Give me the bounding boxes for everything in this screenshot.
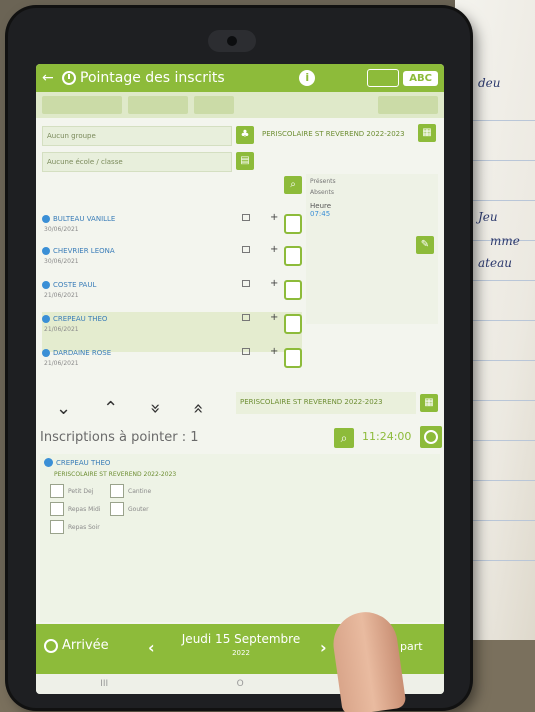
class-icon[interactable]: ▤	[236, 152, 254, 170]
calendar-icon[interactable]	[242, 214, 250, 221]
info-block	[378, 96, 438, 114]
student-name: DARDAINE ROSE	[53, 349, 112, 357]
handwriting-4: ateau	[478, 256, 512, 270]
chevron-down-icon[interactable]: ⌄	[56, 398, 71, 419]
next-day-button[interactable]: ›	[320, 638, 327, 657]
tablet-device: ← Pointage des inscrits i ABC Aucun grou…	[8, 8, 470, 708]
camera-icon	[208, 30, 256, 52]
search-icon[interactable]: ⌕	[334, 428, 354, 448]
checkbox[interactable]	[110, 502, 124, 516]
info-block	[128, 96, 188, 114]
page-title: Pointage des inscrits	[80, 70, 225, 86]
info-block	[194, 96, 234, 114]
counts-panel: Présents Absents Heure 07:45 ✎	[306, 174, 438, 324]
avatar	[42, 215, 50, 223]
list-nav: ⌄ ⌃ » «	[56, 398, 209, 419]
group-select[interactable]: Aucun groupe	[42, 126, 232, 146]
calendar-icon[interactable]	[242, 246, 250, 253]
student-name: CHEVRIER LEONA	[53, 247, 115, 255]
search-icon[interactable]: ⌕	[284, 176, 302, 194]
recents-button[interactable]: III	[100, 679, 108, 689]
periscolaire-label-bottom: PERISCOLAIRE ST REVEREND 2022-2023	[236, 392, 416, 414]
avatar	[42, 349, 50, 357]
periscolaire-label-top: PERISCOLAIRE ST REVEREND 2022-2023	[262, 130, 405, 138]
double-chevron-up-icon[interactable]: «	[188, 403, 209, 414]
calendar-icon[interactable]: ▦	[420, 394, 438, 412]
chevron-up-icon[interactable]: ⌃	[103, 398, 118, 419]
edit-icon[interactable]: ✎	[416, 236, 434, 254]
display-toggle-icon[interactable]	[367, 69, 400, 87]
current-time: 11:24:00	[362, 430, 412, 443]
add-icon[interactable]: +	[270, 278, 278, 289]
clock-icon	[62, 71, 76, 85]
inscriptions-title: Inscriptions à pointer : 1	[40, 430, 199, 445]
heure-label: Heure	[310, 202, 332, 210]
handwriting-1: deu	[478, 76, 501, 90]
avatar	[44, 458, 53, 467]
arrivee-label: Arrivée	[62, 638, 109, 653]
app-screen: ← Pointage des inscrits i ABC Aucun grou…	[36, 64, 444, 694]
list-item[interactable]: DARDAINE ROSE 21/06/2021 +	[42, 346, 302, 386]
avatar	[42, 281, 50, 289]
handwriting-2: Jeu	[478, 210, 498, 224]
home-button[interactable]: O	[237, 679, 244, 689]
calendar-icon[interactable]	[242, 348, 250, 355]
clock-icon	[44, 638, 58, 653]
heure-value: 07:45	[310, 210, 331, 218]
student-date: 30/06/2021	[44, 258, 79, 265]
avatar	[42, 315, 50, 323]
badge-icon[interactable]	[284, 214, 302, 234]
option-label: Repas Soir	[68, 524, 100, 531]
avatar	[42, 247, 50, 255]
depart-button[interactable]: part	[400, 640, 423, 653]
clock-icon[interactable]	[420, 426, 442, 448]
arrivee-button[interactable]: Arrivée	[44, 638, 109, 653]
student-name: CREPEAU THEO	[53, 315, 108, 323]
info-band	[36, 92, 444, 118]
add-icon[interactable]: +	[270, 312, 278, 323]
group-icon[interactable]: ♣	[236, 126, 254, 144]
double-chevron-down-icon[interactable]: »	[145, 403, 166, 414]
info-block	[42, 96, 122, 114]
back-arrow-icon[interactable]: ←	[42, 70, 58, 86]
calendar-icon[interactable]	[242, 314, 250, 321]
badge-icon[interactable]	[284, 246, 302, 266]
checkbox[interactable]	[50, 502, 64, 516]
app-header: ← Pointage des inscrits i ABC	[36, 64, 444, 92]
add-icon[interactable]: +	[270, 244, 278, 255]
add-icon[interactable]: +	[270, 346, 278, 357]
badge-icon[interactable]	[284, 348, 302, 368]
badge-icon[interactable]	[284, 314, 302, 334]
school-select[interactable]: Aucune école / classe	[42, 152, 232, 172]
info-icon[interactable]: i	[299, 70, 316, 86]
absents-label: Absents	[310, 189, 335, 196]
inscription-card[interactable]: CREPEAU THEO PERISCOLAIRE ST REVEREND 20…	[40, 454, 440, 622]
presents-label: Présents	[310, 178, 336, 185]
option-label: Gouter	[128, 506, 149, 513]
student-date: 21/06/2021	[44, 292, 79, 299]
calendar-icon[interactable]	[242, 280, 250, 287]
student-date: 30/06/2021	[44, 226, 79, 233]
student-date: 21/06/2021	[44, 360, 79, 367]
student-name: COSTE PAUL	[53, 281, 97, 289]
card-periscolaire: PERISCOLAIRE ST REVEREND 2022-2023	[54, 471, 177, 478]
card-student-name: CREPEAU THEO	[56, 458, 111, 467]
abc-button[interactable]: ABC	[403, 70, 438, 86]
current-date: Jeudi 15 Septembre 2022	[176, 632, 306, 660]
date-year: 2022	[232, 649, 250, 657]
calendar-icon[interactable]: ▦	[418, 124, 436, 142]
add-icon[interactable]: +	[270, 212, 278, 223]
student-date: 21/06/2021	[44, 326, 79, 333]
handwriting-3: mme	[490, 234, 520, 248]
checkbox[interactable]	[110, 484, 124, 498]
checkbox[interactable]	[50, 484, 64, 498]
checkbox[interactable]	[50, 520, 64, 534]
option-label: Petit Dej	[68, 488, 94, 495]
date-label: Jeudi 15 Septembre	[181, 632, 301, 646]
prev-day-button[interactable]: ‹	[148, 638, 155, 657]
option-label: Repas Midi	[68, 506, 101, 513]
badge-icon[interactable]	[284, 280, 302, 300]
option-label: Cantine	[128, 488, 152, 495]
student-name: BULTEAU VANILLE	[53, 215, 116, 223]
